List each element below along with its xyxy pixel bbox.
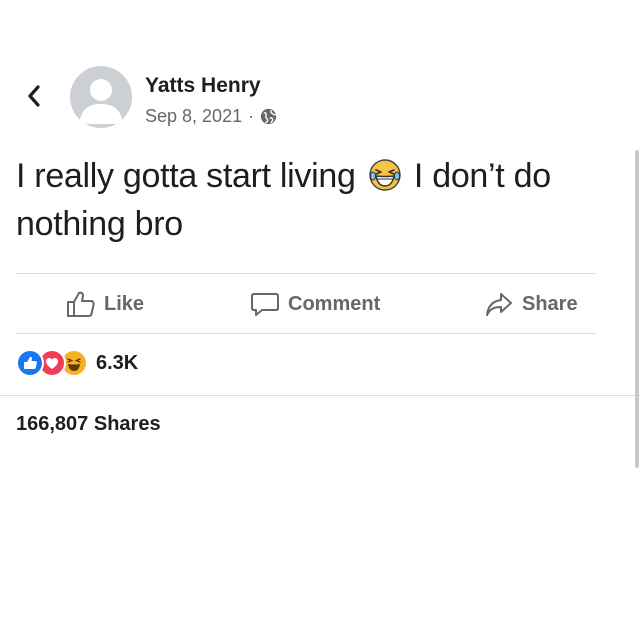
- meta-separator: ·: [248, 106, 255, 126]
- divider-top: [16, 273, 596, 274]
- divider-middle: [16, 333, 596, 334]
- comment-bubble-icon: [251, 293, 279, 316]
- comment-label: Comment: [288, 292, 381, 315]
- chevron-left-icon: [28, 85, 40, 107]
- like-button[interactable]: Like: [66, 276, 144, 332]
- like-reaction-icon: [16, 349, 44, 377]
- default-profile-icon: [79, 79, 123, 124]
- globe-icon: [260, 108, 277, 125]
- action-bar: Like Comment Share: [16, 276, 596, 332]
- share-count[interactable]: 166,807 Shares: [16, 413, 161, 436]
- like-label: Like: [104, 292, 145, 315]
- post-date[interactable]: Sep 8, 2021: [145, 106, 242, 127]
- share-arrow-icon: [486, 293, 512, 316]
- post-meta: Sep 8, 2021 ·: [145, 106, 277, 127]
- reaction-icons: [16, 349, 96, 377]
- avatar[interactable]: [70, 66, 132, 128]
- scrollbar[interactable]: [635, 150, 639, 468]
- share-button[interactable]: Share: [484, 276, 578, 332]
- post-text-part-1: I really gotta start living: [16, 157, 356, 195]
- comment-button[interactable]: Comment: [250, 276, 380, 332]
- reactions-summary[interactable]: 6.3K: [16, 348, 138, 378]
- author-name[interactable]: Yatts Henry: [145, 74, 261, 98]
- share-label: Share: [522, 292, 578, 315]
- thumbs-up-icon: [67, 291, 95, 317]
- laughing-emoji-icon: [369, 159, 401, 191]
- divider-bottom: [0, 395, 640, 396]
- reaction-count: 6.3K: [96, 351, 139, 374]
- back-button[interactable]: [22, 82, 46, 110]
- post-text: I really gotta start living I don’t do n…: [16, 152, 606, 248]
